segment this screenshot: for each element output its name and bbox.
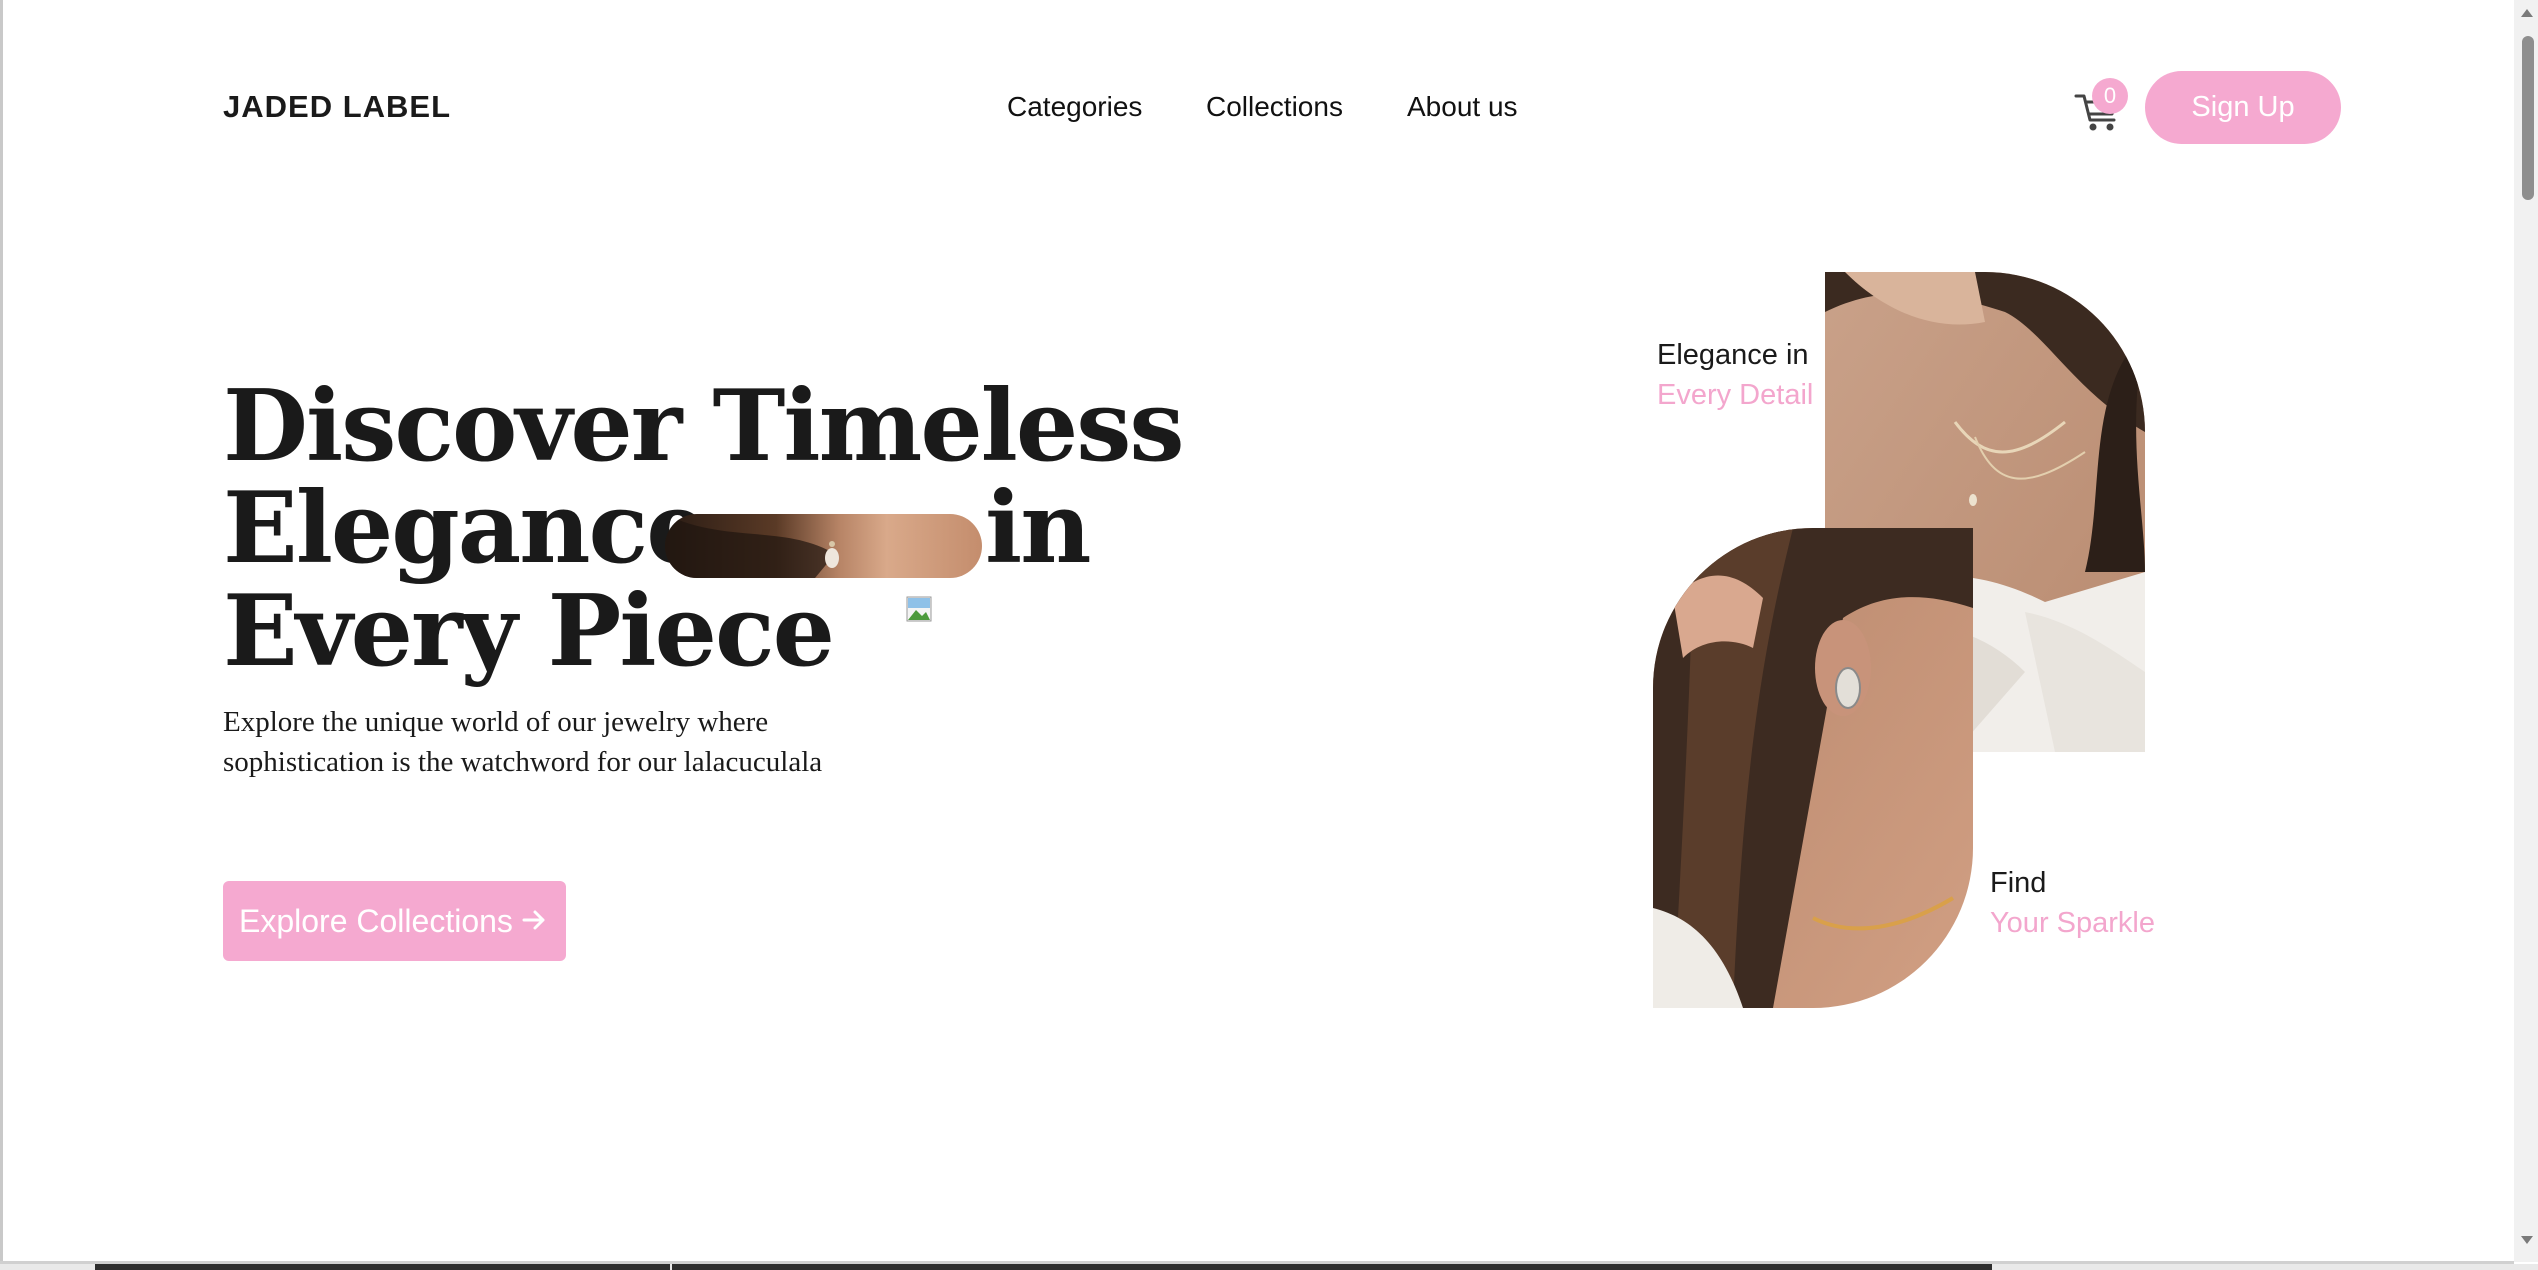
vertical-scrollbar[interactable]: [2514, 0, 2538, 1262]
nav-link-about-us[interactable]: About us: [1407, 89, 1518, 125]
inline-earring-photo: [665, 514, 982, 578]
taskbar-strip: [0, 1264, 2538, 1270]
caption-elegance: Elegance in Every Detail: [1657, 335, 1813, 415]
cart-count-badge: 0: [2092, 78, 2128, 114]
headline-line-3: Every Piece: [223, 574, 835, 689]
taskbar-segment: [672, 1264, 1992, 1270]
taskbar-segment: [95, 1264, 670, 1270]
caption-sparkle: Find Your Sparkle: [1990, 863, 2155, 943]
nav-link-categories[interactable]: Categories: [1007, 89, 1142, 125]
nav-link-collections[interactable]: Collections: [1206, 89, 1343, 125]
headline-line-2: Elegance: [223, 471, 709, 586]
brand-logo[interactable]: JADED LABEL: [223, 88, 451, 126]
broken-image-icon: [906, 594, 936, 624]
explore-collections-button[interactable]: Explore Collections: [223, 881, 566, 961]
headline-line-2-end: in: [985, 471, 1091, 586]
hero-description-line: sophistication is the watchword for our …: [223, 746, 823, 778]
headline-line-1: Discover Timeless: [223, 369, 1185, 484]
caption-elegance-line1: Elegance in: [1657, 339, 1809, 371]
scroll-down-arrow-icon[interactable]: [2521, 1236, 2533, 1244]
caption-sparkle-line1: Find: [1990, 867, 2047, 899]
scroll-thumb[interactable]: [2522, 36, 2534, 200]
sign-up-button[interactable]: Sign Up: [2145, 71, 2341, 144]
hero-description-line: Explore the unique world of our jewelry …: [223, 706, 769, 738]
window-border-left: [0, 0, 3, 1262]
explore-collections-label: Explore Collections: [239, 902, 513, 939]
arrow-right-icon: [522, 910, 545, 930]
caption-elegance-line2: Every Detail: [1657, 379, 1814, 411]
scroll-up-arrow-icon[interactable]: [2521, 9, 2533, 17]
hero-description: Explore the unique world of our jewelry …: [223, 702, 822, 782]
earring-photo: [1653, 528, 1973, 1008]
caption-sparkle-line2: Your Sparkle: [1990, 907, 2155, 939]
